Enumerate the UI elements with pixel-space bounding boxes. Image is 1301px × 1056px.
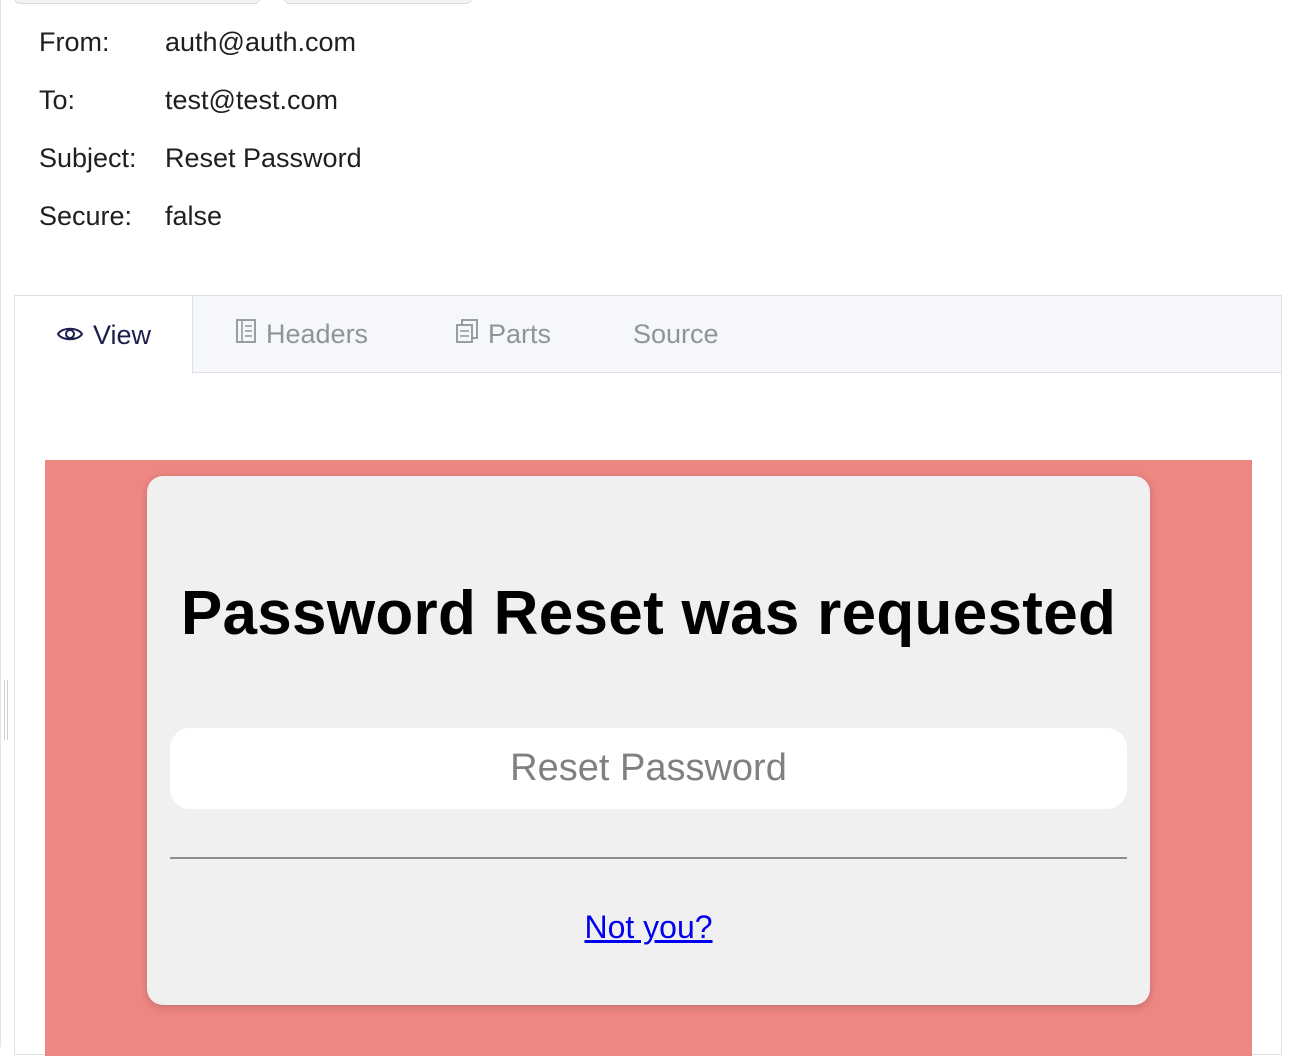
tab-view[interactable]: View: [15, 296, 193, 374]
left-border: [0, 0, 1, 1047]
eye-icon: [56, 320, 93, 351]
resize-handle[interactable]: [4, 680, 5, 740]
to-label: To:: [39, 85, 76, 115]
tab-headers[interactable]: Headers: [235, 296, 368, 373]
tab-parts[interactable]: Parts: [455, 296, 551, 373]
tab-source-label: Source: [633, 319, 719, 349]
top-tab-stub: [14, 0, 260, 4]
reset-card: Password Reset was requested Reset Passw…: [147, 476, 1150, 1005]
tab-headers-label: Headers: [266, 319, 369, 349]
meta-row-secure: Secure: false: [39, 201, 362, 259]
tab-view-label: View: [92, 319, 152, 350]
copy-icon: [455, 318, 488, 351]
meta-row-subject: Subject: Reset Password: [39, 143, 362, 201]
tab-parts-label: Parts: [488, 319, 552, 349]
not-you-container: Not you?: [147, 909, 1150, 946]
secure-value: false: [165, 201, 223, 231]
tab-source[interactable]: Source: [633, 296, 719, 373]
resize-handle[interactable]: [7, 680, 8, 740]
reset-password-button[interactable]: Reset Password: [170, 728, 1127, 809]
not-you-link[interactable]: Not you?: [584, 909, 712, 945]
card-title: Password Reset was requested: [180, 579, 1117, 648]
secure-label: Secure:: [39, 201, 133, 231]
email-meta: From: auth@auth.com To: test@test.com Su…: [39, 27, 362, 259]
meta-row-from: From: auth@auth.com: [39, 27, 362, 85]
subject-label: Subject:: [39, 143, 137, 173]
to-value: test@test.com: [165, 85, 338, 115]
divider: [170, 857, 1127, 859]
document-icon: [235, 318, 266, 351]
meta-row-to: To: test@test.com: [39, 85, 362, 143]
subject-value: Reset Password: [165, 143, 362, 173]
message-viewer: View Headers Parts Source Password Reset…: [14, 295, 1282, 1056]
email-body: Password Reset was requested Reset Passw…: [45, 460, 1252, 1056]
top-tab-stub: [284, 0, 472, 4]
from-value: auth@auth.com: [165, 27, 357, 57]
tab-bar: View Headers Parts Source: [15, 296, 1281, 374]
from-label: From:: [39, 27, 110, 57]
